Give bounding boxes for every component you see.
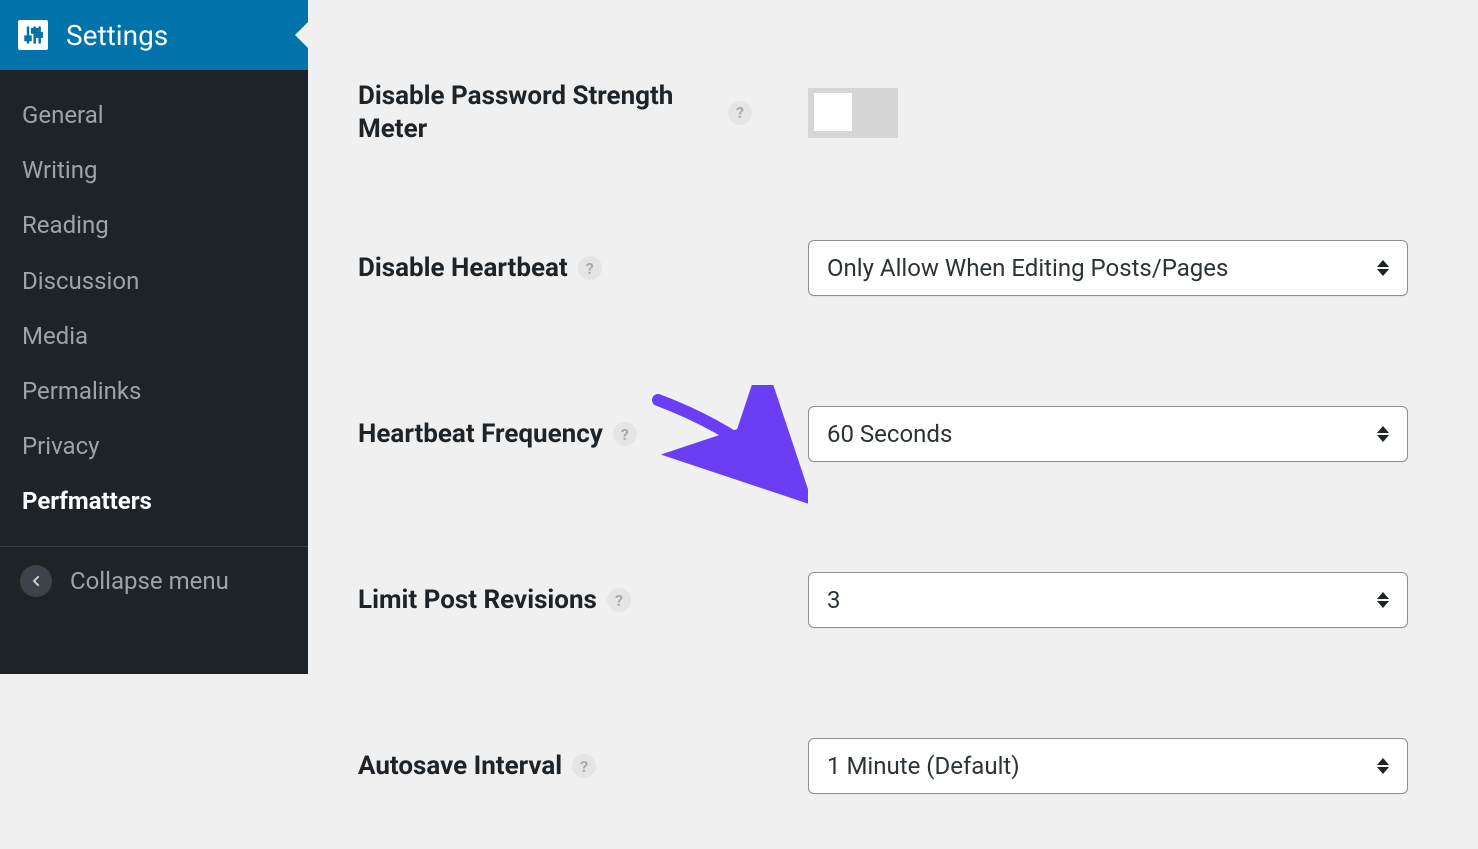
row-autosave-interval: Autosave Interval ? 1 Minute (Default) [358,683,1418,849]
sidebar-item-privacy[interactable]: Privacy [0,419,308,474]
select-caret-icon [1377,755,1393,777]
help-icon[interactable]: ? [728,101,752,125]
select-caret-icon [1377,589,1393,611]
sidebar-header-title: Settings [66,19,168,52]
sliders-icon [18,20,48,50]
sidebar-item-label: Reading [22,211,109,239]
help-icon[interactable]: ? [572,754,596,778]
select-caret-icon [1377,257,1393,279]
sidebar-item-label: Privacy [22,432,100,460]
label-disable-password-meter: Disable Password Strength Meter [358,80,718,145]
select-heartbeat-frequency[interactable]: 60 Seconds [808,406,1408,462]
sidebar-item-discussion[interactable]: Discussion [0,254,308,309]
sidebar-item-label: Writing [22,156,97,184]
select-value: Only Allow When Editing Posts/Pages [827,254,1228,282]
row-heartbeat-frequency: Heartbeat Frequency ? 60 Seconds [358,351,1418,517]
sidebar-submenu: General Writing Reading Discussion Media… [0,70,308,540]
sidebar-item-general[interactable]: General [0,88,308,143]
sidebar-item-label: General [22,101,104,129]
label-heartbeat-frequency: Heartbeat Frequency [358,418,603,451]
admin-sidebar: Settings General Writing Reading Discuss… [0,0,308,674]
sidebar-item-label: Permalinks [22,377,141,405]
row-disable-heartbeat: Disable Heartbeat ? Only Allow When Edit… [358,185,1418,351]
toggle-knob [813,92,853,132]
row-disable-password-meter: Disable Password Strength Meter ? [358,0,1418,185]
select-value: 60 Seconds [827,420,952,448]
sidebar-item-label: Media [22,322,88,350]
sidebar-item-media[interactable]: Media [0,309,308,364]
label-disable-heartbeat: Disable Heartbeat [358,252,568,285]
settings-form: Disable Password Strength Meter ? Disabl… [308,0,1478,674]
sidebar-header-settings[interactable]: Settings [0,0,308,70]
select-disable-heartbeat[interactable]: Only Allow When Editing Posts/Pages [808,240,1408,296]
sidebar-item-writing[interactable]: Writing [0,143,308,198]
sidebar-item-label: Discussion [22,267,139,295]
help-icon[interactable]: ? [607,588,631,612]
collapse-menu-button[interactable]: Collapse menu [0,546,308,615]
select-value: 1 Minute (Default) [827,752,1020,780]
toggle-disable-password-meter[interactable] [808,88,898,138]
collapse-menu-label: Collapse menu [70,567,229,595]
label-autosave-interval: Autosave Interval [358,750,562,783]
sidebar-item-label: Perfmatters [22,487,152,515]
help-icon[interactable]: ? [613,422,637,446]
sidebar-item-perfmatters[interactable]: Perfmatters [0,474,308,529]
row-limit-post-revisions: Limit Post Revisions ? 3 [358,517,1418,683]
select-autosave-interval[interactable]: 1 Minute (Default) [808,738,1408,794]
chevron-left-icon [20,565,52,597]
select-caret-icon [1377,423,1393,445]
sidebar-item-reading[interactable]: Reading [0,198,308,253]
select-limit-post-revisions[interactable]: 3 [808,572,1408,628]
sidebar-item-permalinks[interactable]: Permalinks [0,364,308,419]
label-limit-post-revisions: Limit Post Revisions [358,584,597,617]
select-value: 3 [827,586,841,614]
help-icon[interactable]: ? [578,256,602,280]
